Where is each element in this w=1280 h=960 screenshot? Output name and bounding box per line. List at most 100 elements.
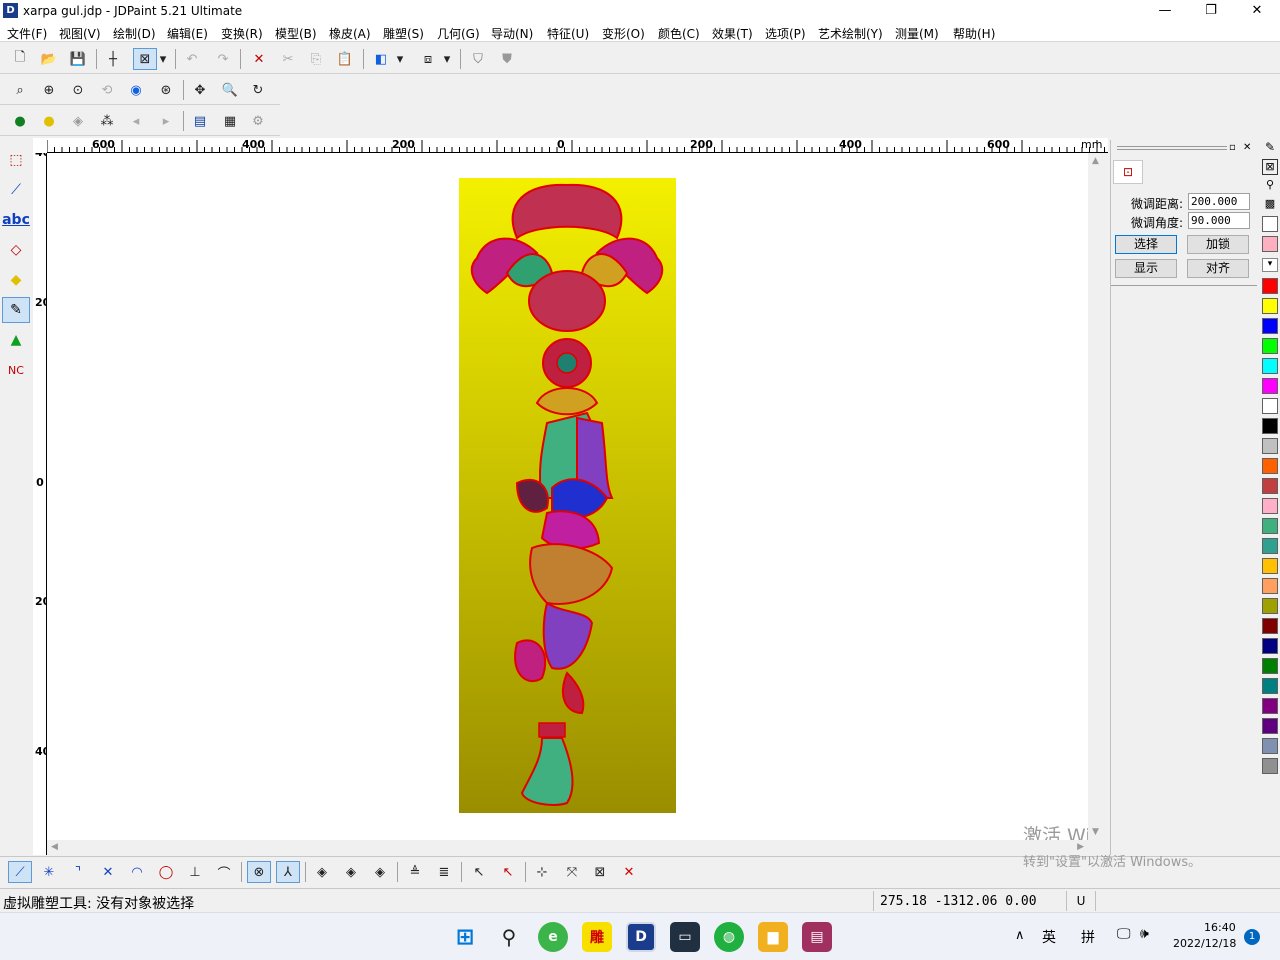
menu-view[interactable]: 视图(V) <box>59 25 101 42</box>
trim-icon[interactable]: ✕ <box>96 861 120 883</box>
redo-icon[interactable]: ↷ <box>211 48 235 70</box>
zoom-fit-icon[interactable]: ⊙ <box>66 79 90 101</box>
menu-color[interactable]: 颜色(C) <box>658 25 700 42</box>
offset-multi-icon[interactable]: ≣ <box>432 861 456 883</box>
color-swatch[interactable] <box>1262 698 1278 714</box>
eye-icon[interactable]: ◉ <box>124 79 148 101</box>
panel-pin-icon[interactable]: ▫ <box>1229 142 1236 153</box>
line-tool-icon[interactable]: ⟋ <box>8 861 32 883</box>
color-swatch[interactable] <box>1262 538 1278 554</box>
color-swatch[interactable] <box>1262 458 1278 474</box>
drawing-canvas[interactable]: 激活 Windows <box>47 153 1088 840</box>
color-swatch[interactable] <box>1262 236 1278 252</box>
text-tool-icon[interactable]: abc <box>2 207 30 233</box>
color-swatch[interactable] <box>1262 618 1278 634</box>
color-swatch[interactable] <box>1262 278 1278 294</box>
color-swatch[interactable] <box>1262 298 1278 314</box>
zoom-window-icon[interactable]: ⌕ <box>8 79 32 101</box>
color-swatch[interactable] <box>1262 758 1278 774</box>
menu-sculpt[interactable]: 雕塑(S) <box>383 25 424 42</box>
menu-art-draw[interactable]: 艺术绘制(Y) <box>818 25 883 42</box>
zoom-previous-icon[interactable]: ⟲ <box>95 79 119 101</box>
relief-tool-icon[interactable]: ▲ <box>2 327 30 353</box>
menu-effect[interactable]: 效果(T) <box>712 25 753 42</box>
render-mode-icon[interactable]: ◧ <box>369 48 393 70</box>
menu-deform[interactable]: 变形(O) <box>602 25 645 42</box>
jdpaint-icon[interactable]: D <box>626 922 656 952</box>
browser-icon[interactable]: e <box>538 922 568 952</box>
light-source-icon[interactable]: ◈ <box>66 110 90 132</box>
shape-tool-icon[interactable]: ◇ <box>2 237 30 263</box>
copy-icon[interactable]: ⎘ <box>304 48 328 70</box>
zoom-in-icon[interactable]: ⊕ <box>37 79 61 101</box>
distance-input[interactable]: 200.000 <box>1188 193 1250 210</box>
offset-icon[interactable]: ≜ <box>403 861 427 883</box>
magnifier-icon[interactable]: 🔍 <box>218 79 242 101</box>
color-swatch[interactable] <box>1262 638 1278 654</box>
node-add-icon[interactable]: ⊹ <box>530 861 554 883</box>
snap-angle-icon[interactable]: ⅄ <box>276 861 300 883</box>
arrow-right-icon[interactable]: ▸ <box>154 110 178 132</box>
tray-chevron-icon[interactable]: ∧ <box>1015 928 1025 943</box>
zoom-all-icon[interactable]: ⊛ <box>154 79 178 101</box>
color-swatch[interactable] <box>1262 358 1278 374</box>
shield-filled-icon[interactable]: ⛊ <box>495 48 519 70</box>
chevron-down-icon[interactable]: ▾ <box>156 48 170 70</box>
scroll-down-icon[interactable]: ▼ <box>1092 827 1099 837</box>
color-swatch[interactable] <box>1262 398 1278 414</box>
ime-indicator[interactable]: 拼 <box>1081 927 1095 947</box>
palette-dropdown-icon[interactable]: ▾ <box>1262 258 1278 272</box>
circle-icon[interactable]: ◯ <box>154 861 178 883</box>
color-swatch[interactable] <box>1262 216 1278 232</box>
color-swatch[interactable] <box>1262 518 1278 534</box>
pattern-icon[interactable]: ▩ <box>1262 197 1278 213</box>
shield-icon[interactable]: ⛉ <box>466 48 490 70</box>
color-swatch[interactable] <box>1262 438 1278 454</box>
select-node-icon[interactable]: ⬚ <box>2 147 30 173</box>
language-indicator[interactable]: 英 <box>1042 927 1056 947</box>
menu-sweep[interactable]: 导动(N) <box>491 25 533 42</box>
color-swatch[interactable] <box>1262 378 1278 394</box>
grid-icon[interactable]: ▦ <box>218 110 242 132</box>
view-cube-icon[interactable]: ⧈ <box>416 48 440 70</box>
scroll-up-icon[interactable]: ▲ <box>1092 156 1099 166</box>
select-button[interactable]: 选择 <box>1115 235 1177 254</box>
color-swatch[interactable] <box>1262 478 1278 494</box>
color-swatch[interactable] <box>1262 338 1278 354</box>
maximize-button[interactable]: ❐ <box>1188 0 1234 22</box>
pan-icon[interactable]: ✥ <box>188 79 212 101</box>
align-button[interactable]: 对齐 <box>1187 259 1249 278</box>
color-swatch[interactable] <box>1262 558 1278 574</box>
layers-icon[interactable]: ▤ <box>188 110 212 132</box>
settings-icon[interactable]: ⚙ <box>246 110 270 132</box>
diamond-x-icon[interactable]: ◈ <box>368 861 392 883</box>
color-swatch[interactable] <box>1262 578 1278 594</box>
polyline-icon[interactable]: ⟋ <box>2 177 30 203</box>
lock-button[interactable]: 加锁 <box>1187 235 1249 254</box>
windows-start-icon[interactable]: ⊞ <box>450 922 480 952</box>
diamond-icon[interactable]: ◈ <box>310 861 334 883</box>
chevron-down-icon[interactable]: ▾ <box>393 48 407 70</box>
corner-icon[interactable]: ⌝ <box>66 861 90 883</box>
vertical-scrollbar[interactable]: ▲ ▼ <box>1088 153 1106 840</box>
color-swatch[interactable] <box>1262 678 1278 694</box>
color-swatch[interactable] <box>1262 318 1278 334</box>
clock-date[interactable]: 2022/12/18 <box>1173 937 1236 950</box>
notification-badge[interactable]: 1 <box>1244 929 1260 945</box>
delete-icon[interactable]: ✕ <box>247 48 271 70</box>
engrave-app-icon[interactable]: 雕 <box>582 922 612 952</box>
volume-icon[interactable]: 🕪 <box>1140 926 1149 942</box>
select-box-icon[interactable]: ⊠ <box>133 48 157 70</box>
snap-point-icon[interactable]: ⊗ <box>247 861 271 883</box>
show-button[interactable]: 显示 <box>1115 259 1177 278</box>
undo-icon[interactable]: ↶ <box>180 48 204 70</box>
pointer-delete-icon[interactable]: ↖ <box>467 861 491 883</box>
no-fill-icon[interactable]: ⊠ <box>1262 159 1278 175</box>
diamond-cross-icon[interactable]: ◈ <box>339 861 363 883</box>
color-swatch[interactable] <box>1262 498 1278 514</box>
save-icon[interactable]: 💾 <box>66 48 90 70</box>
search-icon[interactable]: ⚲ <box>494 922 524 952</box>
angle-input[interactable]: 90.000 <box>1188 212 1250 229</box>
cut-icon[interactable]: ✂ <box>276 48 300 70</box>
open-folder-icon[interactable]: 📂 <box>37 48 61 70</box>
